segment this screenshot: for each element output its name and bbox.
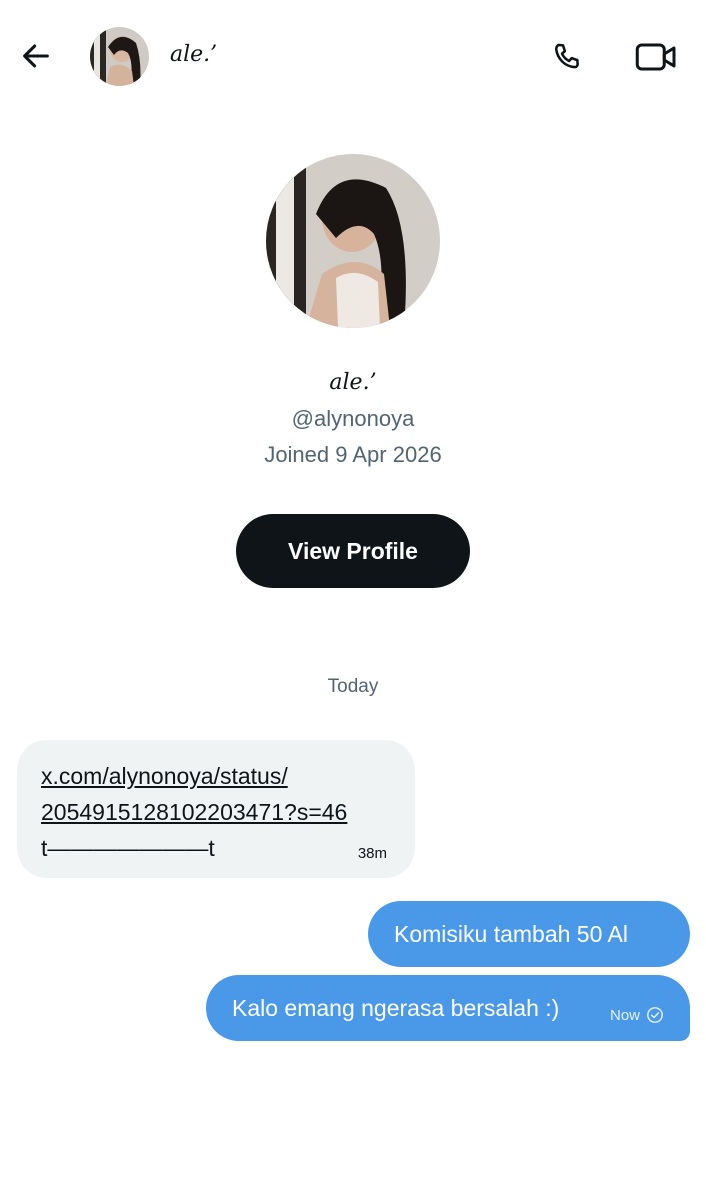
- link-tail-text: t———————t: [41, 835, 215, 861]
- message-text: Komisiku tambah 50 Al: [394, 920, 628, 947]
- back-button[interactable]: [16, 36, 56, 76]
- link-line-2: 2054915128102203471?s=46: [41, 799, 348, 825]
- message-timestamp: Now: [609, 1006, 640, 1024]
- message-meta: Now: [610, 1006, 664, 1024]
- profile-handle: @alynonoya: [291, 406, 415, 431]
- header-avatar[interactable]: [90, 27, 149, 86]
- profile-display-name: ale.’: [329, 370, 377, 395]
- video-call-button[interactable]: [632, 36, 680, 78]
- avatar-photo: [90, 27, 149, 86]
- video-camera-icon: [635, 43, 676, 71]
- message-link[interactable]: x.com/alynonoya/status/ 2054915128102203…: [41, 758, 391, 830]
- outgoing-message-bubble[interactable]: Kalo emang ngerasa bersalah :) Now: [206, 975, 690, 1041]
- header-display-name[interactable]: ale.’: [170, 42, 217, 67]
- avatar-photo-large: [266, 154, 440, 328]
- link-line-1: x.com/alynonoya/status/: [41, 763, 288, 789]
- check-circle-icon: [647, 1007, 663, 1023]
- phone-icon: [554, 43, 579, 69]
- chat-header: ale.’: [0, 0, 706, 112]
- incoming-message-bubble[interactable]: x.com/alynonoya/status/ 2054915128102203…: [17, 740, 415, 878]
- date-separator: Today: [327, 676, 379, 697]
- view-profile-button[interactable]: View Profile: [236, 514, 470, 588]
- profile-joined-date: Joined 9 Apr 2026: [264, 442, 442, 467]
- message-text: Kalo emang ngerasa bersalah :): [232, 994, 560, 1021]
- outgoing-message-bubble[interactable]: Komisiku tambah 50 Al: [368, 901, 690, 967]
- voice-call-button[interactable]: [546, 36, 588, 78]
- message-timestamp: 38m: [357, 845, 387, 862]
- arrow-left-icon: [23, 44, 49, 68]
- profile-avatar[interactable]: [266, 154, 440, 328]
